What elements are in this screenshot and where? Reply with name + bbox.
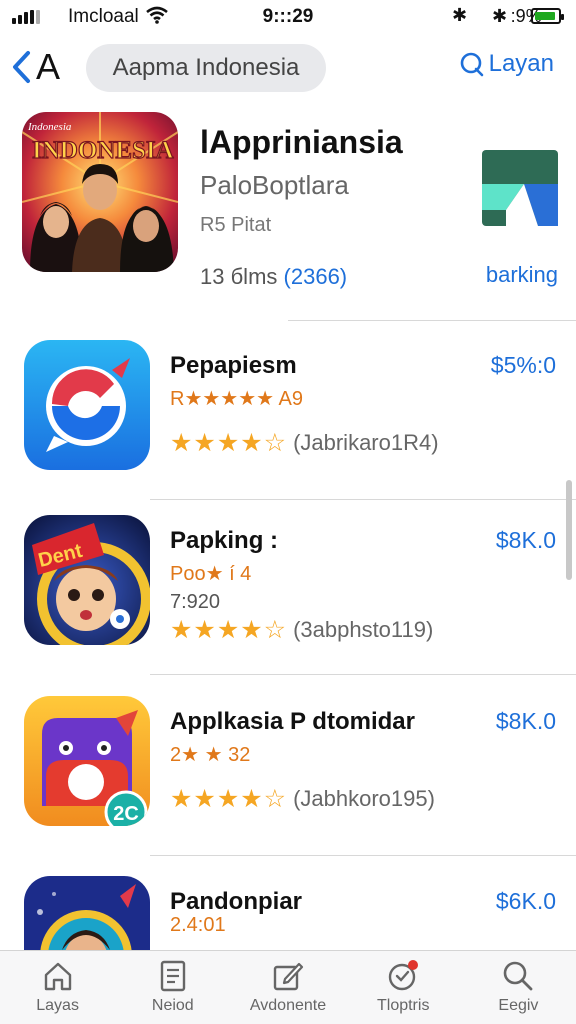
- tab-avdonente[interactable]: Avdonente: [230, 951, 345, 1024]
- svg-text:Indonesia: Indonesia: [27, 121, 72, 133]
- tab-label: Tloptris: [376, 997, 430, 1014]
- svg-text:INDONESIA: INDONESIA: [32, 137, 174, 164]
- tab-label: Avdonente: [249, 997, 327, 1014]
- featured-side-link[interactable]: barking: [486, 262, 558, 288]
- battery-icon: [531, 8, 564, 24]
- document-icon: [160, 960, 185, 992]
- price-button[interactable]: $5%:0: [491, 352, 556, 379]
- featured-app-title[interactable]: lAppriniansia: [200, 124, 403, 161]
- bluetooth-icon: ✱: [452, 5, 468, 25]
- edit-icon: [273, 962, 304, 991]
- featured-rating-count: (2366): [283, 264, 348, 289]
- nav-action-button[interactable]: Layan: [459, 50, 554, 78]
- star-rating-icon: ★★★★☆: [170, 429, 288, 457]
- chevron-left-icon: [13, 51, 30, 83]
- app-rating: ★★★★☆ (Jabhkoro195): [170, 784, 435, 814]
- divider: [288, 320, 576, 321]
- app-rating: ★★★★☆ (3abphsto119): [170, 615, 433, 645]
- app-rating: ★★★★☆ (Jabrikaro1R4): [170, 428, 439, 458]
- back-label: A: [36, 46, 62, 87]
- tab-bar: Layas Neiod Avdonente Tloptris Eegiv: [0, 950, 576, 1024]
- featured-artwork-image: Indonesia INDONESIA: [22, 112, 178, 272]
- list-item[interactable]: Dent Papking : Poo★ í 4 7:920 ★★★★☆ (3ab…: [0, 505, 576, 675]
- app-meta: Poo★ í 4: [170, 563, 252, 585]
- tab-label: Neiod: [151, 997, 194, 1014]
- featured-app[interactable]: Indonesia INDONESIA lAppriniansia PaloBo…: [0, 110, 576, 321]
- featured-app-developer: PaloBoptlara: [200, 170, 349, 200]
- star-rating-icon: ★★★★☆: [170, 616, 288, 644]
- search-icon: [460, 52, 483, 77]
- app-meta: 2★ ★ 32: [170, 744, 251, 766]
- app-name[interactable]: Pepapiesm: [170, 352, 297, 380]
- review-count: (3abphsto119): [293, 617, 434, 642]
- list-item[interactable]: 2C Applkasia P dtomidar 2★ ★ 32 ★★★★☆ (J…: [0, 686, 576, 856]
- bookmark-app-icon[interactable]: [482, 150, 558, 226]
- featured-app-rating: 13 бlms (2366): [200, 264, 347, 290]
- search-field[interactable]: Aapma Indonesia: [86, 44, 326, 92]
- tab-layas[interactable]: Layas: [0, 951, 115, 1024]
- heart-badge-icon: [389, 960, 419, 991]
- app-meta-secondary: 7:920: [170, 591, 221, 613]
- tab-label: Eegiv: [498, 997, 539, 1014]
- app-name[interactable]: Applkasia P dtomidar: [170, 708, 415, 736]
- featured-app-artwork[interactable]: Indonesia INDONESIA: [22, 112, 178, 272]
- nav-action-label: Layan: [488, 50, 554, 77]
- tab-eegiv[interactable]: Eegiv: [461, 951, 576, 1024]
- tab-neiod[interactable]: Neiod: [115, 951, 230, 1024]
- nav-bar: A Aapma Indonesia Layan: [0, 40, 576, 96]
- scrollbar[interactable]: [566, 480, 572, 580]
- featured-rating-text: 13 бlms: [200, 264, 278, 289]
- status-time: 9:::29: [262, 6, 314, 27]
- review-count: (Jabrikaro1R4): [293, 430, 439, 455]
- list-item[interactable]: Pepapiesm R★★★★★ A9 ★★★★☆ (Jabrikaro1R4)…: [0, 330, 576, 500]
- divider: [150, 855, 576, 856]
- price-button[interactable]: $6K.0: [496, 888, 556, 915]
- app-store-screen: Imcloaal 9:::29 ✱ ✱ :9% A Aapma Indonesi…: [0, 0, 576, 1024]
- app-meta: 2.4:01: [170, 914, 226, 936]
- app-meta: R★★★★★ A9: [170, 388, 304, 410]
- home-icon: [44, 962, 71, 991]
- app-name[interactable]: Pandonpiar: [170, 888, 302, 916]
- cartoon-face-icon[interactable]: Dent: [24, 515, 150, 645]
- divider: [150, 499, 576, 500]
- app-name[interactable]: Papking :: [170, 527, 278, 555]
- purple-monster-icon[interactable]: 2C: [24, 696, 150, 826]
- back-button[interactable]: A: [10, 46, 61, 88]
- divider: [150, 674, 576, 675]
- featured-app-subtitle: R5 Pitat: [200, 214, 272, 236]
- badge-label: 2C: [113, 803, 139, 825]
- tab-label: Layas: [36, 997, 79, 1014]
- search-icon: [504, 961, 533, 991]
- chat-bubble-icon[interactable]: [24, 340, 150, 470]
- star-rating-icon: ★★★★☆: [170, 785, 288, 813]
- price-button[interactable]: $8K.0: [496, 708, 556, 735]
- price-button[interactable]: $8K.0: [496, 527, 556, 554]
- tab-tloptris[interactable]: Tloptris: [346, 951, 461, 1024]
- status-bar: Imcloaal 9:::29 ✱ ✱ :9%: [0, 0, 576, 34]
- review-count: (Jabhkoro195): [293, 786, 435, 811]
